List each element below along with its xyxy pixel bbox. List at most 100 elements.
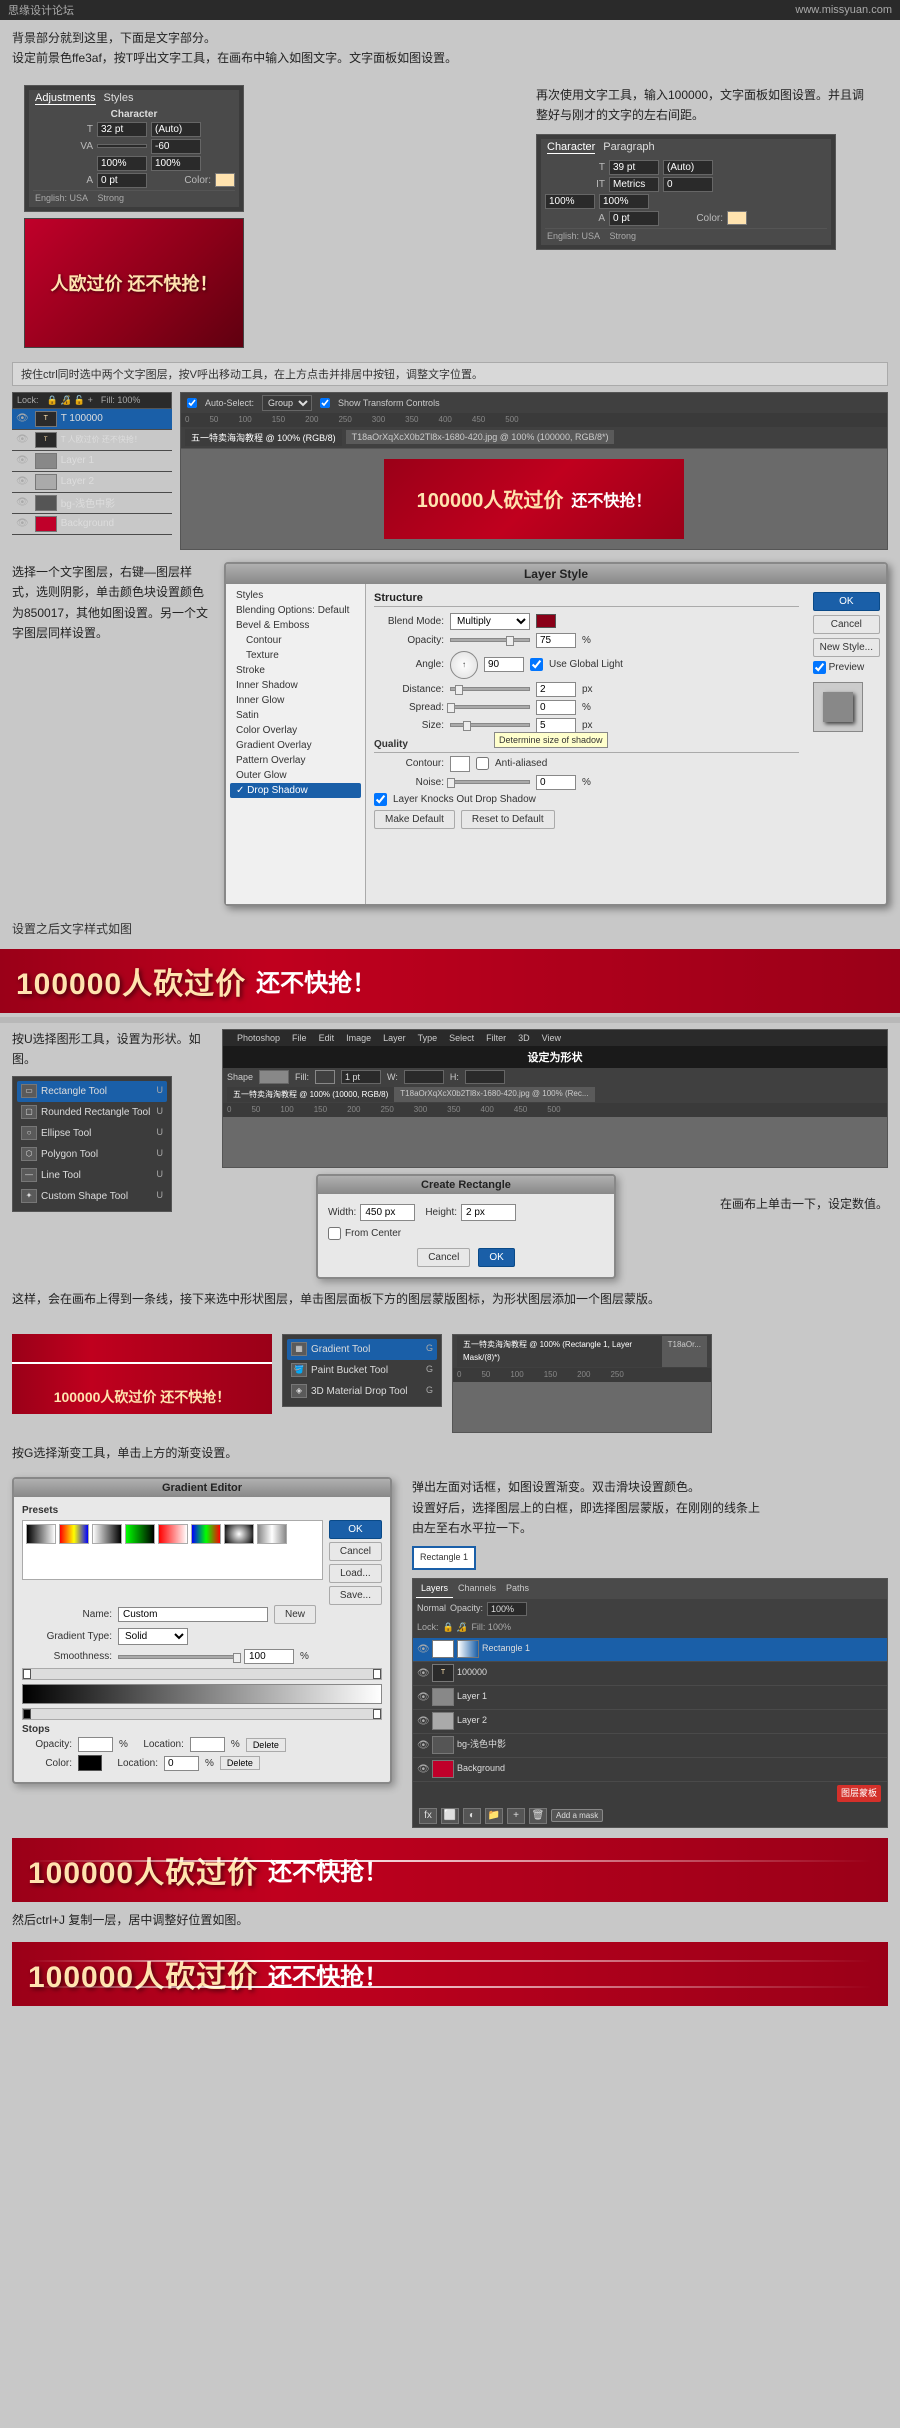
layers-tab[interactable]: Layers (416, 1580, 453, 1598)
ge-load-btn[interactable]: Load... (329, 1564, 382, 1583)
auto-select-check[interactable] (187, 398, 197, 408)
sidebar-color-overlay[interactable]: Color Overlay (230, 723, 361, 738)
preset-1[interactable] (59, 1524, 89, 1544)
ge-cancel-btn[interactable]: Cancel (329, 1542, 382, 1561)
group-btn[interactable]: 📁 (485, 1808, 503, 1824)
ge-smooth-slider[interactable] (118, 1655, 238, 1659)
ge-smooth-input[interactable] (244, 1649, 294, 1664)
angle-input[interactable] (484, 657, 524, 672)
tool-ellipse[interactable]: ○ Ellipse Tool U (17, 1123, 167, 1144)
eye2-0[interactable]: 👁 (417, 1641, 429, 1658)
layer-item-5[interactable]: 👁 Background (12, 514, 172, 535)
noise-slider[interactable] (450, 780, 530, 784)
scale-v[interactable]: 100% (97, 156, 147, 171)
ps-filter[interactable]: Filter (480, 1032, 512, 1044)
para-tab[interactable]: Paragraph (603, 141, 654, 154)
grad-tab1[interactable]: 五一特卖海淘教程 @ 100% (Rectangle 1, Layer Mask… (457, 1336, 662, 1367)
eye-icon-1[interactable]: 👁 (16, 434, 29, 445)
ps-edit[interactable]: Edit (313, 1032, 341, 1044)
grad-tab2[interactable]: T18aOr... (662, 1336, 707, 1367)
gradient-tool[interactable]: ▦ Gradient Tool G (287, 1339, 437, 1360)
eye2-1[interactable]: 👁 (417, 1665, 429, 1682)
tool-rounded-rect[interactable]: ▢ Rounded Rectangle Tool U (17, 1102, 167, 1123)
stroke-swatch[interactable] (315, 1070, 335, 1084)
size-input[interactable]: 32 pt (97, 122, 147, 137)
auto-select-dropdown[interactable]: Group (262, 395, 312, 411)
layer-item-4[interactable]: 👁 bg-浅色中影 (12, 493, 172, 514)
sidebar-blending[interactable]: Blending Options: Default (230, 603, 361, 618)
color-stop-right[interactable] (373, 1709, 381, 1719)
ps-file-menu[interactable]: Photoshop (231, 1032, 286, 1044)
from-center-check[interactable] (328, 1227, 341, 1240)
eye2-3[interactable]: 👁 (417, 1713, 429, 1730)
eye-icon-0[interactable]: 👁 (16, 413, 29, 424)
sidebar-drop-shadow[interactable]: Drop Shadow (230, 783, 361, 798)
noise-input[interactable] (536, 775, 576, 790)
dialog-ok-btn[interactable]: OK (813, 592, 880, 611)
adj-btn[interactable]: ◐ (463, 1808, 481, 1824)
ps-file[interactable]: File (286, 1032, 313, 1044)
sidebar-bevel[interactable]: Bevel & Emboss (230, 618, 361, 633)
location-stop-input[interactable] (190, 1737, 225, 1752)
distance-slider[interactable] (450, 687, 530, 691)
layer2-row-1[interactable]: 👁 T 100000 (413, 1662, 887, 1686)
mask-btn[interactable]: ⬜ (441, 1808, 459, 1824)
scale-h2[interactable]: 100% (599, 194, 649, 209)
channels-tab[interactable]: Channels (453, 1580, 501, 1598)
ps-view[interactable]: View (536, 1032, 567, 1044)
opacity-input[interactable] (536, 633, 576, 648)
paths-tab[interactable]: Paths (501, 1580, 534, 1598)
spread-input[interactable] (536, 700, 576, 715)
fill-color[interactable] (259, 1070, 289, 1084)
ps-image[interactable]: Image (340, 1032, 377, 1044)
new-style-btn[interactable]: New Style... (813, 638, 880, 657)
height-input[interactable] (461, 1204, 516, 1221)
preset-5[interactable] (191, 1524, 221, 1544)
leading-input[interactable]: (Auto) (151, 122, 201, 137)
adjustments-tab[interactable]: Adjustments (35, 92, 96, 105)
sidebar-outer-glow[interactable]: Outer Glow (230, 768, 361, 783)
sidebar-styles[interactable]: Styles (230, 588, 361, 603)
baseline[interactable]: 0 pt (97, 173, 147, 188)
contour-preview[interactable] (450, 756, 470, 772)
layer-item-3[interactable]: 👁 Layer 2 (12, 472, 172, 493)
layer2-row-3[interactable]: 👁 Layer 2 (413, 1710, 887, 1734)
ge-ok-btn[interactable]: OK (329, 1520, 382, 1539)
color-location-input[interactable] (164, 1756, 199, 1771)
scale-h[interactable]: 100% (151, 156, 201, 171)
knocks-out-check[interactable] (374, 793, 387, 806)
distance-input[interactable] (536, 682, 576, 697)
spread-slider[interactable] (450, 705, 530, 709)
tool-custom[interactable]: ✦ Custom Shape Tool U (17, 1186, 167, 1207)
eye-icon-3[interactable]: 👁 (16, 476, 29, 487)
color-swatch-2[interactable] (727, 211, 747, 225)
create-rect-ok[interactable]: OK (478, 1248, 514, 1267)
opacity-stop-input[interactable] (78, 1737, 113, 1752)
ps-tab-1[interactable]: 五一特卖海淘教程 @ 100% (RGB/8) (185, 429, 342, 446)
size-input-dialog[interactable] (536, 718, 576, 733)
color-stop-swatch[interactable] (78, 1755, 102, 1771)
preset-0[interactable] (26, 1524, 56, 1544)
preset-3[interactable] (125, 1524, 155, 1544)
opacity-stop-right[interactable] (373, 1669, 381, 1679)
layer-item-2[interactable]: 👁 Layer 1 (12, 451, 172, 472)
3d-material-tool[interactable]: ◈ 3D Material Drop Tool G (287, 1381, 437, 1402)
sidebar-gradient-overlay[interactable]: Gradient Overlay (230, 738, 361, 753)
new-layer-btn[interactable]: + (507, 1808, 525, 1824)
shape-tab[interactable]: 五一特卖海淘教程 @ 100% (10000, RGB/8) (227, 1087, 394, 1102)
preset-6[interactable] (224, 1524, 254, 1544)
preset-7[interactable] (257, 1524, 287, 1544)
trash-btn[interactable]: 🗑 (529, 1808, 547, 1824)
shape-tab2[interactable]: T18aOrXqXcX0b2Tl8x-1680-420.jpg @ 100% (… (394, 1087, 594, 1102)
width-input[interactable] (360, 1204, 415, 1221)
layer-item-0[interactable]: 👁 T T 100000 (12, 409, 172, 430)
layer2-row-5[interactable]: 👁 Background (413, 1758, 887, 1782)
eye-icon-5[interactable]: 👁 (16, 518, 29, 529)
w-input[interactable] (404, 1070, 444, 1084)
ge-type-select[interactable]: Solid (118, 1628, 188, 1645)
kern-input[interactable]: -60 (151, 139, 201, 154)
sidebar-inner-shadow[interactable]: Inner Shadow (230, 678, 361, 693)
preview-check[interactable] (813, 661, 826, 674)
sidebar-stroke[interactable]: Stroke (230, 663, 361, 678)
ge-name-input[interactable] (118, 1607, 268, 1622)
